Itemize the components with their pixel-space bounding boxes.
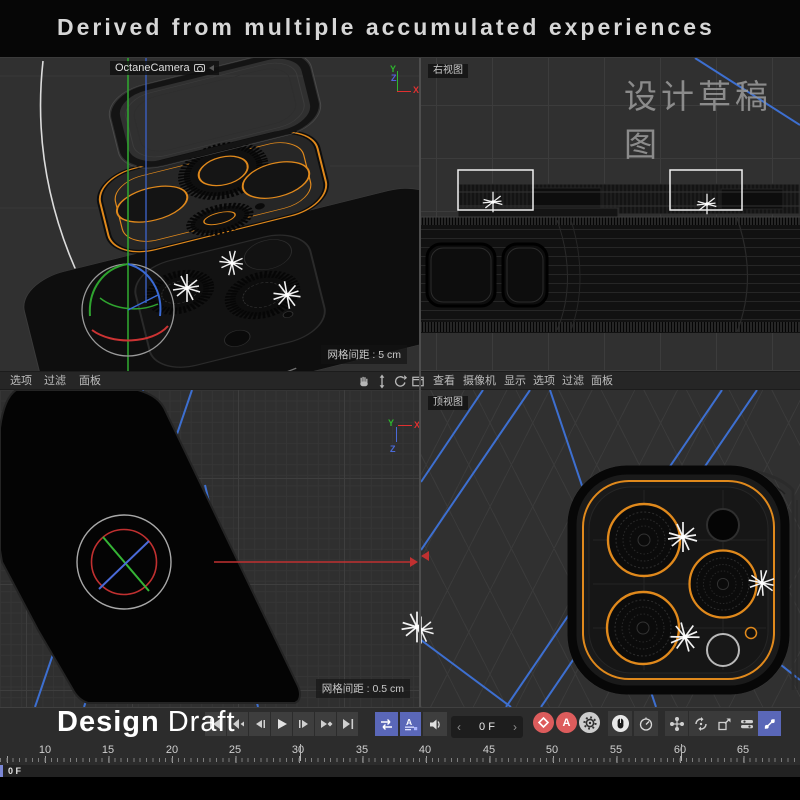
watermark-text: 设计草稿图 xyxy=(624,70,800,166)
sound-button[interactable] xyxy=(423,712,447,736)
camera-flyout-icon xyxy=(209,65,214,71)
record-position-button[interactable] xyxy=(665,711,688,736)
ruler-tick-label: 65 xyxy=(737,744,749,756)
next-frame-button[interactable] xyxy=(293,712,314,736)
loop-playback-button[interactable] xyxy=(375,712,398,736)
viewport-label: 顶视图 xyxy=(428,396,468,410)
banner-title: Derived from multiple accumulated experi… xyxy=(57,14,715,41)
frame-prev-arrow[interactable]: ‹ xyxy=(457,720,461,734)
frame-counter-field[interactable]: ‹ 0 F › xyxy=(451,716,523,738)
animation-toolbar: DesignDraft A ‹ 0 F › A xyxy=(0,707,800,745)
banner: Derived from multiple accumulated experi… xyxy=(0,0,800,57)
timer-button[interactable] xyxy=(634,711,658,736)
keyframe-settings-button[interactable] xyxy=(579,712,600,733)
prev-frame-button[interactable] xyxy=(249,712,270,736)
menu-options-left[interactable]: 选项 xyxy=(10,375,32,388)
viewport-menubar: 选项 过滤 面板 查看 摄像机 显示 选项 过滤 面板 xyxy=(0,371,800,390)
record-parameter-button[interactable] xyxy=(735,711,758,736)
axis-gizmo: Y Z X xyxy=(388,64,418,100)
goto-end-button[interactable] xyxy=(337,712,358,736)
second-marker xyxy=(681,744,682,761)
record-rotation-button[interactable] xyxy=(689,711,712,736)
ruler-tick-label: 45 xyxy=(483,744,495,756)
menu-display[interactable]: 显示 xyxy=(504,375,526,388)
rotate-view-icon[interactable] xyxy=(392,374,408,389)
camera-bump-top xyxy=(568,466,789,694)
viewport-front-view[interactable]: Y X Z 网格间距 : 0.5 cm xyxy=(0,390,419,707)
plate-side-profile xyxy=(458,184,800,217)
record-scale-button[interactable] xyxy=(712,711,735,736)
timeline-scrubber[interactable]: 0 F xyxy=(0,765,800,777)
ruler-tick-label: 30 xyxy=(292,744,304,756)
ruler-tick-label: 10 xyxy=(39,744,51,756)
viewport-right-view[interactable]: 右视图 设计草稿图 xyxy=(421,58,800,371)
play-button[interactable] xyxy=(271,712,292,736)
title-light: Draft xyxy=(168,706,236,738)
title-bold: Design xyxy=(57,706,160,738)
autokey-letter: A xyxy=(563,717,571,729)
ruler-tick-label: 60 xyxy=(674,744,686,756)
perspective-canvas xyxy=(0,58,419,371)
sketch-curve xyxy=(41,61,85,290)
timeline-ruler[interactable]: 10 15 20 25 30 35 40 45 50 55 60 65 xyxy=(0,745,800,765)
ruler-tick-label: 20 xyxy=(166,744,178,756)
camera-label-text: OctaneCamera xyxy=(115,62,190,74)
record-mouse-button[interactable] xyxy=(608,711,632,736)
viewport-splitter[interactable] xyxy=(419,58,421,707)
ruler-tick-label: 35 xyxy=(356,744,368,756)
grid-spacing-label: 网格间距 : 5 cm xyxy=(321,345,407,364)
record-keyframe-button[interactable] xyxy=(533,712,554,733)
viewport-label: 右视图 xyxy=(428,64,468,78)
grid-spacing-label: 网格间距 : 0.5 cm xyxy=(316,679,410,698)
menu-panel[interactable]: 面板 xyxy=(591,375,613,388)
menu-options[interactable]: 选项 xyxy=(533,375,555,388)
axis-y-label: Y xyxy=(388,418,394,428)
sketch-star xyxy=(402,612,419,643)
record-pla-button[interactable] xyxy=(758,711,781,736)
ruler-minor-ticks xyxy=(0,758,800,762)
axis-z-label: Z xyxy=(391,73,397,83)
ruler-tick-label: 50 xyxy=(546,744,558,756)
camera-icon xyxy=(194,64,205,72)
frame-value: 0 F xyxy=(479,721,495,733)
second-marker xyxy=(300,744,301,761)
next-key-button[interactable] xyxy=(315,712,336,736)
axis-gizmo-front: Y X Z xyxy=(388,418,418,454)
viewport-perspective[interactable]: OctaneCamera Y Z X 网格间距 : 5 cm xyxy=(0,58,419,371)
menu-camera[interactable]: 摄像机 xyxy=(463,375,496,388)
phone-front xyxy=(0,390,300,703)
animation-palette-button[interactable]: A xyxy=(400,712,421,736)
ruler-tick-label: 15 xyxy=(102,744,114,756)
playhead-frame-label: 0 F xyxy=(8,766,21,776)
menu-filter-left[interactable]: 过滤 xyxy=(44,375,66,388)
ruler-tick-label: 40 xyxy=(419,744,431,756)
playhead-marker[interactable] xyxy=(0,765,3,777)
autokey-button[interactable]: A xyxy=(556,712,577,733)
pan-hand-icon[interactable] xyxy=(356,374,372,389)
dolly-icon[interactable] xyxy=(374,374,390,389)
phone-side-profile xyxy=(421,217,800,333)
menu-filter[interactable]: 过滤 xyxy=(562,375,584,388)
menu-panel-left[interactable]: 面板 xyxy=(79,375,101,388)
ruler-tick-label: 55 xyxy=(610,744,622,756)
camera-label[interactable]: OctaneCamera xyxy=(110,61,219,75)
menu-view[interactable]: 查看 xyxy=(433,375,455,388)
footer-bar xyxy=(0,777,800,800)
rotation-gizmo-front[interactable] xyxy=(77,515,171,609)
anim-palette-letter: A xyxy=(406,717,412,727)
x-axis-arrow xyxy=(214,557,418,567)
front-view-canvas xyxy=(0,390,419,707)
viewport-top-view[interactable]: 顶视图 xyxy=(421,390,800,707)
axis-arrow-tip xyxy=(421,551,429,561)
frame-next-arrow[interactable]: › xyxy=(513,720,517,734)
top-view-canvas xyxy=(421,390,800,707)
axis-z-label: Z xyxy=(390,444,396,454)
design-draft-title: DesignDraft xyxy=(57,706,236,739)
sketch-star xyxy=(421,617,434,644)
ruler-tick-label: 25 xyxy=(229,744,241,756)
maximize-view-icon[interactable] xyxy=(410,374,426,389)
app-window: Derived from multiple accumulated experi… xyxy=(0,0,800,800)
